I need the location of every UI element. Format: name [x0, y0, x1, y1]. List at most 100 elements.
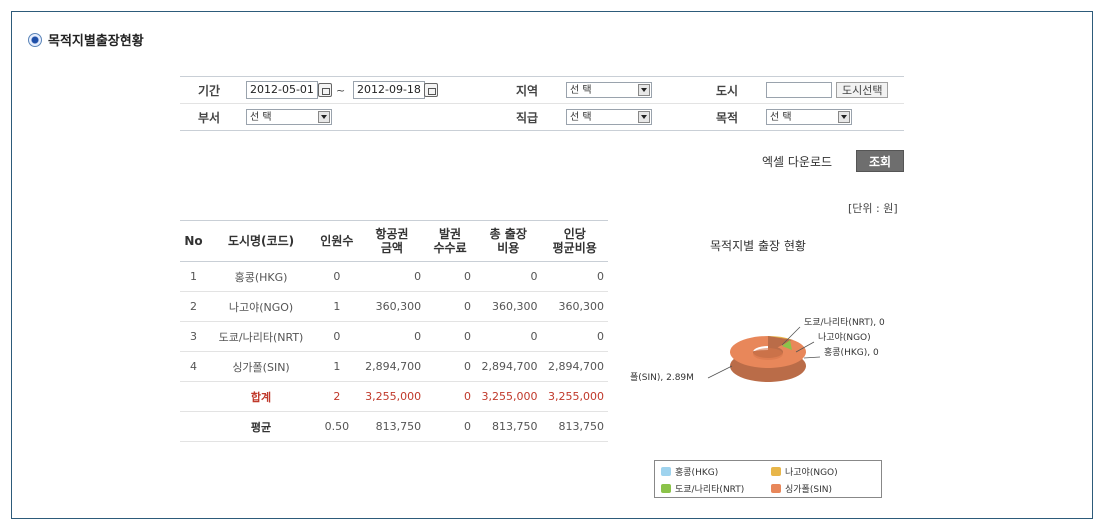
- cell-airfare: 2,894,700: [358, 351, 426, 382]
- data-label: 도쿄/나리타(NRT), 0: [804, 317, 885, 328]
- rank-select[interactable]: 선 택: [566, 109, 652, 125]
- cell-avg: 0: [541, 321, 608, 352]
- cell-count: 2: [315, 381, 359, 412]
- region-select[interactable]: 선 택: [566, 82, 652, 98]
- filter-panel: 기간 2012-05-01 ~ 2012-09-18 지역 선 택 도시 도시선…: [180, 76, 904, 131]
- cell-total: 360,300: [475, 291, 542, 322]
- cell-count: 1: [315, 291, 359, 322]
- column-header: 발권 수수료: [425, 220, 475, 262]
- chart-title: 목적지별 출장 현황: [710, 239, 806, 253]
- legend-item: 나고야(NGO): [771, 465, 838, 478]
- legend-swatch: [661, 467, 671, 476]
- summary-table: No 도시명(코드) 인원수 항공권 금액 발권 수수료 총 출장 비용 인당 …: [180, 220, 608, 442]
- region-label: 지역: [516, 83, 539, 98]
- period-label: 기간: [198, 83, 221, 98]
- cell-total: 0: [475, 261, 542, 292]
- cell-fee: 0: [425, 381, 475, 412]
- legend-label: 도쿄/나리타(NRT): [675, 485, 745, 495]
- column-header: 인당 평균비용: [541, 220, 608, 262]
- legend-swatch: [771, 467, 781, 476]
- cell-fee: 0: [425, 321, 475, 352]
- legend-item: 싱가폴(SIN): [771, 482, 832, 495]
- calendar-icon[interactable]: [424, 83, 438, 97]
- cell-airfare: 0: [358, 261, 426, 292]
- date-from-input[interactable]: 2012-05-01: [246, 81, 318, 99]
- date-to-input[interactable]: 2012-09-18: [353, 81, 425, 99]
- cell-airfare: 0: [358, 321, 426, 352]
- cell-total: 3,255,000: [475, 381, 542, 412]
- cell-no: 2: [180, 291, 207, 322]
- cell-fee: 0: [425, 411, 475, 442]
- total-label: 합계: [207, 381, 316, 412]
- table-header-row: No 도시명(코드) 인원수 항공권 금액 발권 수수료 총 출장 비용 인당 …: [180, 220, 608, 262]
- cell-city: 나고야(NGO): [207, 291, 316, 322]
- city-select-button[interactable]: 도시선택: [836, 82, 889, 98]
- cell-count: 0: [315, 321, 359, 352]
- data-label: 폴(SIN), 2.89M: [630, 372, 694, 383]
- city-label: 도시: [716, 83, 739, 98]
- cell-no: 4: [180, 351, 207, 382]
- chart-leader-line: [803, 356, 821, 359]
- cell-no: 3: [180, 321, 207, 352]
- dept-select[interactable]: 선 택: [246, 109, 332, 125]
- excel-download-link[interactable]: 엑셀 다운로드: [762, 153, 832, 170]
- cell-fee: 0: [425, 291, 475, 322]
- column-header: 총 출장 비용: [475, 220, 542, 262]
- section-title: 목적지별출장현황: [48, 34, 144, 49]
- data-label: 홍콩(HKG), 0: [824, 346, 879, 358]
- legend-label: 나고야(NGO): [785, 468, 838, 478]
- cell-airfare: 813,750: [358, 411, 426, 442]
- cell-avg: 0: [541, 261, 608, 292]
- purpose-select-value: 선 택: [770, 112, 792, 123]
- legend-swatch: [771, 484, 781, 493]
- cell-avg: 813,750: [541, 411, 608, 442]
- data-label: 나고야(NGO): [818, 332, 871, 343]
- cell-fee: 0: [425, 261, 475, 292]
- cell-count: 1: [315, 351, 359, 382]
- table-row: 1 홍콩(HKG) 0 0 0 0 0: [180, 261, 608, 292]
- chart-legend: 홍콩(HKG) 나고야(NGO) 도쿄/나리타(NRT) 싱가폴(SIN): [654, 460, 882, 498]
- cell-avg: 2,894,700: [541, 351, 608, 382]
- cell-city: 도쿄/나리타(NRT): [207, 321, 316, 352]
- table-row: 3 도쿄/나리타(NRT) 0 0 0 0 0: [180, 321, 608, 352]
- chart-leader-line: [707, 365, 733, 379]
- cell-no: [180, 381, 207, 412]
- table-row: 4 싱가폴(SIN) 1 2,894,700 0 2,894,700 2,894…: [180, 351, 608, 382]
- cell-no: [180, 411, 207, 442]
- cell-no: 1: [180, 261, 207, 292]
- cell-count: 0.50: [315, 411, 359, 442]
- average-row: 평균 0.50 813,750 0 813,750 813,750: [180, 411, 608, 442]
- legend-item: 도쿄/나리타(NRT): [661, 482, 744, 495]
- legend-swatch: [661, 484, 671, 493]
- chevron-down-icon: [638, 111, 650, 123]
- cell-fee: 0: [425, 351, 475, 382]
- cell-total: 0: [475, 321, 542, 352]
- total-row: 합계 2 3,255,000 0 3,255,000 3,255,000: [180, 381, 608, 412]
- city-input[interactable]: [766, 82, 832, 98]
- legend-label: 홍콩(HKG): [675, 468, 719, 478]
- calendar-icon[interactable]: [318, 83, 332, 97]
- section-header: 목적지별출장현황: [28, 30, 144, 49]
- cell-count: 0: [315, 261, 359, 292]
- destination-pie-chart: 도쿄/나리타(NRT), 0 나고야(NGO) 홍콩(HKG), 0 폴(SIN), …: [630, 317, 885, 383]
- dept-label: 부서: [198, 110, 221, 125]
- column-header: No: [180, 220, 207, 262]
- chevron-down-icon: [838, 111, 850, 123]
- purpose-select[interactable]: 선 택: [766, 109, 852, 125]
- table-row: 2 나고야(NGO) 1 360,300 0 360,300 360,300: [180, 291, 608, 322]
- cell-total: 813,750: [475, 411, 542, 442]
- column-header: 인원수: [315, 220, 359, 262]
- cell-city: 홍콩(HKG): [207, 261, 316, 292]
- region-select-value: 선 택: [570, 85, 592, 96]
- purpose-label: 목적: [716, 110, 739, 125]
- filter-row-2: 부서 선 택 직급 선 택 목적 선 택: [180, 103, 904, 130]
- unit-label: [단위 : 원]: [848, 202, 898, 215]
- cell-airfare: 360,300: [358, 291, 426, 322]
- average-label: 평균: [207, 411, 316, 442]
- radio-bullet-icon: [28, 32, 42, 47]
- tilde-separator: ~: [336, 83, 346, 97]
- search-button[interactable]: 조회: [856, 150, 904, 172]
- cell-city: 싱가폴(SIN): [207, 351, 316, 382]
- cell-total: 2,894,700: [475, 351, 542, 382]
- rank-select-value: 선 택: [570, 112, 592, 123]
